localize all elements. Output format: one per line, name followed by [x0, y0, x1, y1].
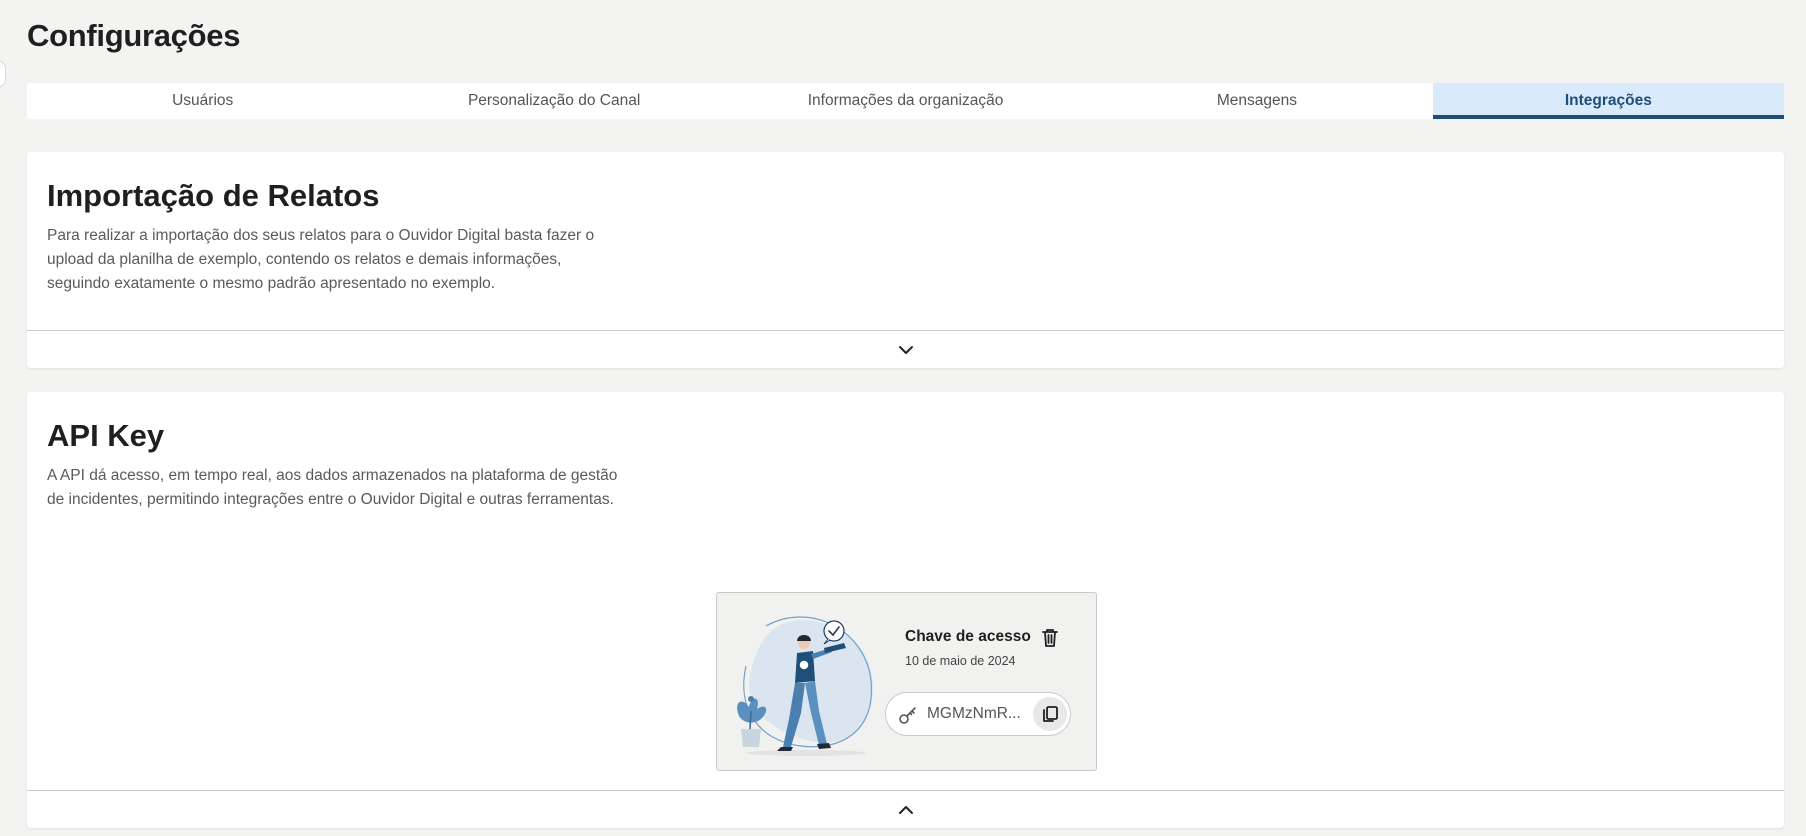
key-icon — [899, 707, 916, 724]
page-title: Configurações — [27, 18, 241, 53]
copy-key-button[interactable] — [1033, 697, 1067, 731]
tab-personalizacao-canal[interactable]: Personalização do Canal — [378, 83, 729, 119]
chevron-up-icon — [898, 805, 913, 814]
import-reports-description: Para realizar a importação dos seus rela… — [47, 227, 595, 292]
api-key-card: API Key A API dá acesso, em tempo real, … — [27, 392, 1784, 828]
api-key-description: A API dá acesso, em tempo real, aos dado… — [47, 467, 618, 508]
tab-usuarios[interactable]: Usuários — [27, 83, 378, 119]
api-key-value: MGMzNmR... — [927, 705, 1021, 722]
tab-informacoes-organizacao[interactable]: Informações da organização — [730, 83, 1081, 119]
collapse-api-key-button[interactable] — [27, 790, 1784, 828]
import-reports-title: Importação de Relatos — [47, 178, 380, 213]
import-reports-card: Importação de Relatos Para realizar a im… — [27, 152, 1784, 368]
chevron-down-icon — [898, 345, 913, 354]
settings-tabs: Usuários Personalização do Canal Informa… — [27, 83, 1785, 119]
person-with-key-illustration — [737, 616, 873, 756]
tab-integracoes[interactable]: Integrações — [1432, 83, 1785, 119]
tab-mensagens[interactable]: Mensagens — [1081, 83, 1432, 119]
access-key-panel: Chave de acesso 10 de maio de 2024 MGMzN… — [716, 592, 1097, 771]
copy-icon — [1043, 706, 1058, 722]
sidebar-toggle-handle[interactable] — [0, 60, 6, 88]
trash-icon[interactable] — [1040, 627, 1060, 649]
access-key-title: Chave de acesso — [905, 628, 1031, 645]
api-key-field: MGMzNmR... — [885, 692, 1071, 736]
expand-import-button[interactable] — [27, 330, 1784, 368]
api-key-title: API Key — [47, 418, 165, 453]
access-key-date: 10 de maio de 2024 — [905, 654, 1016, 668]
